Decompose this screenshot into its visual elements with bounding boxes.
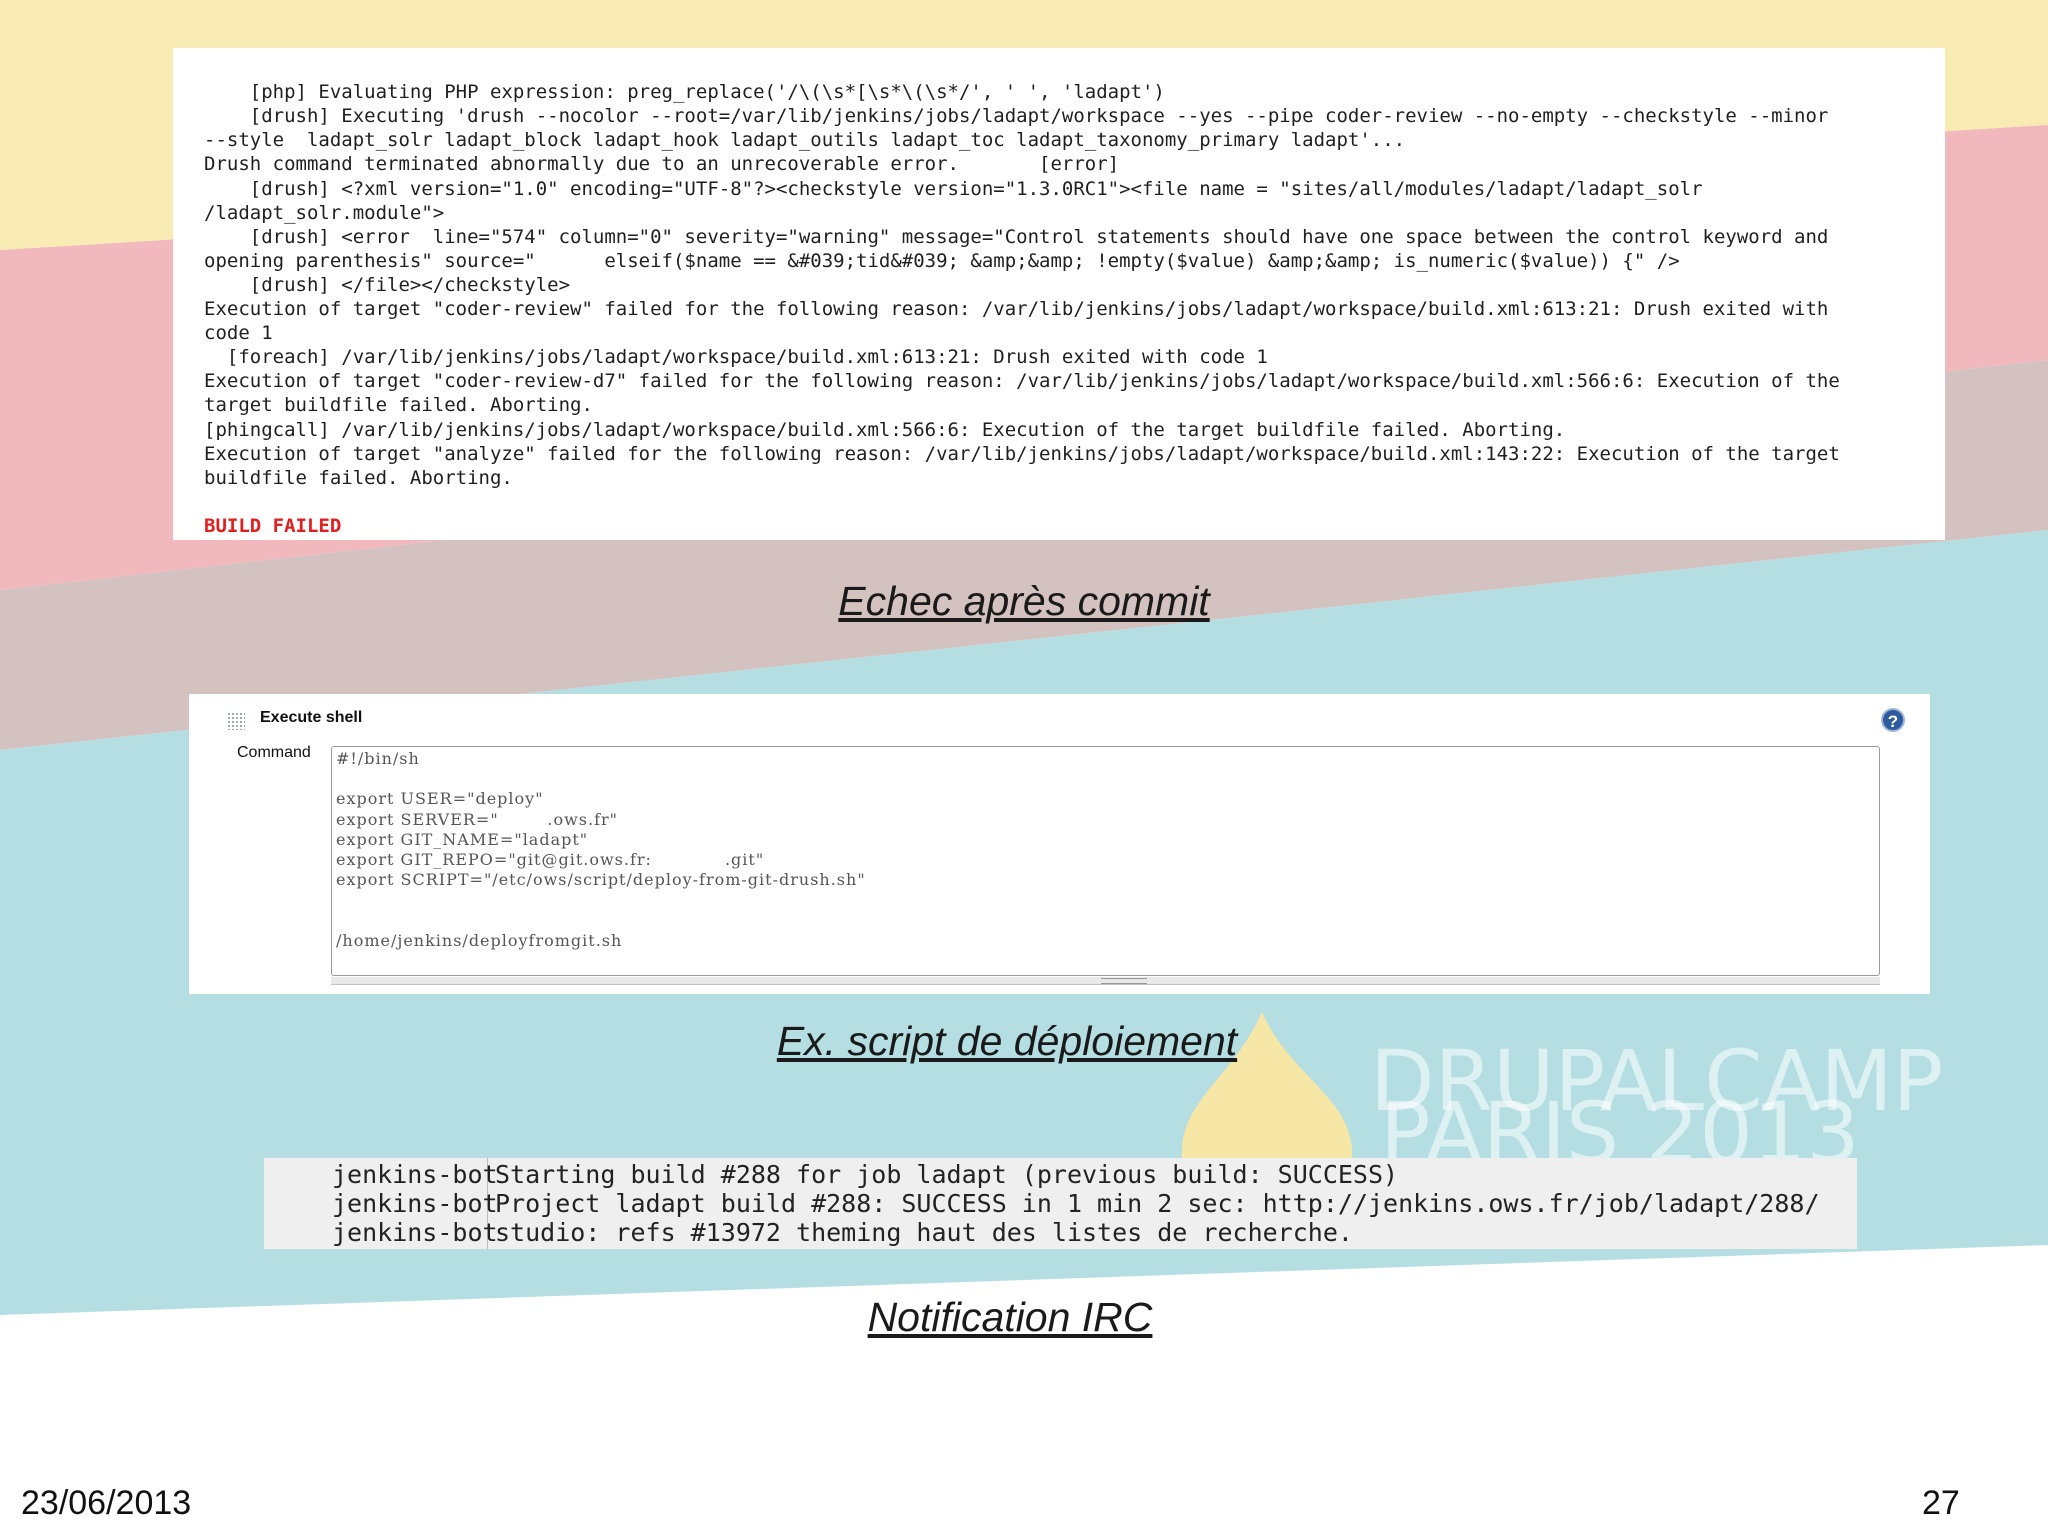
console-text: [php] Evaluating PHP expression: preg_re… xyxy=(173,48,1945,540)
command-line: export SCRIPT="/etc/ows/script/deploy-fr… xyxy=(336,870,866,890)
irc-message: studio: refs #13972 theming haut des lis… xyxy=(495,1218,1353,1247)
slide-page-number: 27 xyxy=(1922,1484,1960,1522)
caption-failure: Echec après commit xyxy=(838,578,1210,624)
command-line xyxy=(336,890,1875,910)
console-line: [drush] </file></checkstyle> xyxy=(204,273,571,296)
console-line: Execution of target "coder-review" faile… xyxy=(204,298,1829,321)
irc-message: Project ladapt build #288: SUCCESS in 1 … xyxy=(495,1189,1820,1218)
console-line: [drush] Executing 'drush --nocolor --roo… xyxy=(204,105,1829,128)
console-line: [drush] <?xml version="1.0" encoding="UT… xyxy=(204,177,1703,200)
command-line: #!/bin/sh xyxy=(336,749,420,768)
resize-grip-icon[interactable] xyxy=(1101,978,1147,984)
irc-nick: jenkins-bot xyxy=(332,1189,498,1218)
build-failed-label: BUILD FAILED xyxy=(204,514,342,537)
console-line: [drush] <error line="574" column="0" sev… xyxy=(204,225,1829,248)
console-line: --style ladapt_solr ladapt_block ladapt_… xyxy=(204,129,1406,152)
command-line: export GIT_NAME="ladapt" xyxy=(336,829,589,849)
command-textarea[interactable]: #!/bin/sh export USER="deploy" export SERV… xyxy=(331,746,1880,976)
command-line: export GIT_REPO="git@git.ows.fr: .git" xyxy=(336,849,765,869)
command-line xyxy=(336,769,1875,789)
console-line: Execution of target "analyze" failed for… xyxy=(204,442,1840,465)
help-icon[interactable]: ? xyxy=(1881,708,1905,732)
irc-message: Starting build #288 for job ladapt (prev… xyxy=(495,1160,1399,1189)
command-line: /home/jenkins/deployfromgit.sh xyxy=(336,930,623,950)
drag-handle-icon[interactable] xyxy=(227,712,245,730)
slide-date: 23/06/2013 xyxy=(21,1484,192,1522)
console-line: [foreach] /var/lib/jenkins/jobs/ladapt/w… xyxy=(204,346,1268,369)
command-line xyxy=(336,911,1875,931)
caption-irc: Notification IRC xyxy=(867,1294,1153,1340)
command-line: export SERVER=" .ows.fr" xyxy=(336,809,619,829)
console-line: buildfile failed. Aborting. xyxy=(204,466,513,489)
console-line: target buildfile failed. Aborting. xyxy=(204,394,593,417)
command-line: export USER="deploy" xyxy=(336,789,544,809)
caption-deploy-script: Ex. script de déploiement xyxy=(776,1018,1238,1064)
textarea-resize-bar[interactable] xyxy=(331,977,1880,985)
console-line: opening parenthesis" source=" elseif($na… xyxy=(204,249,1680,272)
irc-nick: jenkins-bot xyxy=(332,1160,498,1189)
shell-section-title: Execute shell xyxy=(260,709,363,726)
irc-nick: jenkins-bot xyxy=(332,1218,498,1247)
execute-shell-panel: Execute shell ? Command #!/bin/sh export … xyxy=(189,694,1930,994)
console-line: Execution of target "coder-review-d7" fa… xyxy=(204,370,1840,393)
console-line: /ladapt_solr.module"> xyxy=(204,201,445,224)
console-line: [php] Evaluating PHP expression: preg_re… xyxy=(204,81,1165,104)
console-line: Drush command terminated abnormally due … xyxy=(204,153,1120,176)
command-label: Command xyxy=(237,744,311,761)
irc-notification-log: jenkins-bot Starting build #288 for job l… xyxy=(264,1158,1857,1249)
console-line: code 1 xyxy=(204,322,273,345)
console-line: [phingcall] /var/lib/jenkins/jobs/ladapt… xyxy=(204,418,1566,441)
build-console-output: [php] Evaluating PHP expression: preg_re… xyxy=(173,48,1945,540)
